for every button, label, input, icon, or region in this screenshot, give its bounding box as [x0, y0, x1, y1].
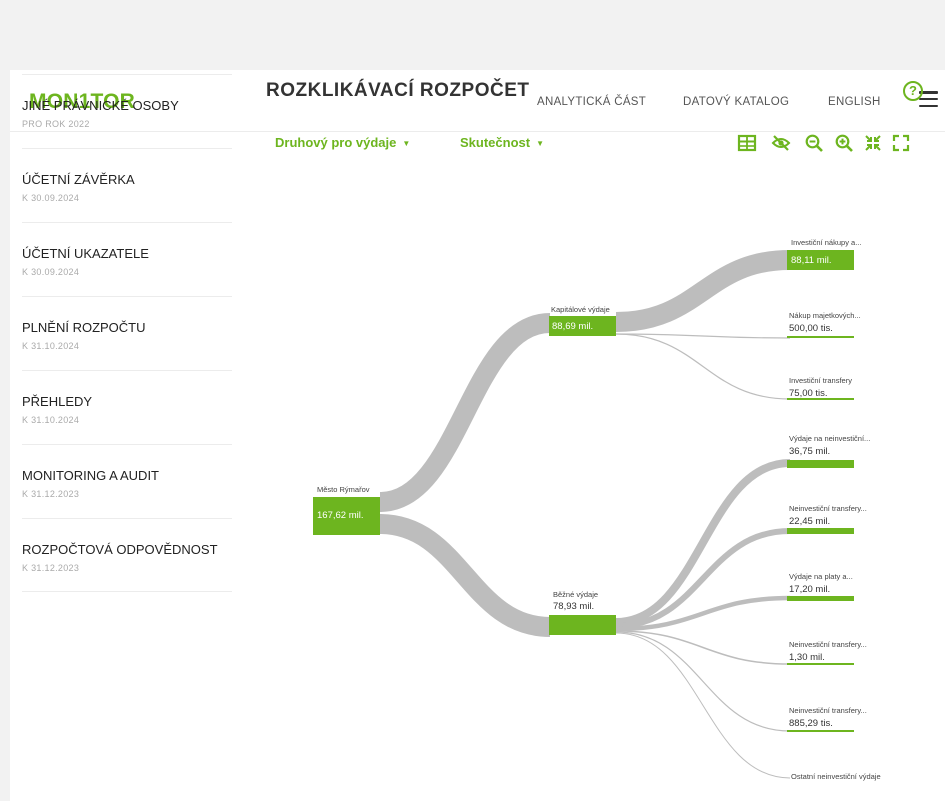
node-value-bezne: 78,93 mil.: [553, 601, 595, 612]
flow-root-kapitalove[interactable]: [379, 313, 551, 512]
flow-kapitalove-leaf0[interactable]: [615, 250, 791, 332]
leaf-label: Ostatní neinvestiční výdaje: [791, 772, 881, 781]
leaf-value: 22,45 mil.: [789, 516, 831, 527]
leaf-bar[interactable]: [787, 730, 854, 732]
node-label-bezne: Běžné výdaje: [553, 590, 599, 599]
leaf-bar[interactable]: [787, 336, 854, 338]
node-value-root: 167,62 mil.: [317, 510, 364, 521]
node-bezne-vydaje[interactable]: [549, 615, 616, 635]
leaf-value: 36,75 mil.: [789, 446, 831, 457]
leaf-value: 17,20 mil.: [789, 584, 831, 595]
leaf-bar[interactable]: [787, 398, 854, 400]
node-label-kapitalove: Kapitálové výdaje: [551, 305, 610, 314]
leaf-label: Výdaje na neinvestiční...: [789, 434, 871, 443]
node-value-kapitalove: 88,69 mil.: [552, 321, 594, 332]
sankey-diagram: [313, 250, 854, 779]
leaf-label: Neinvestiční transfery...: [789, 640, 867, 649]
leaf-bar[interactable]: [787, 663, 854, 665]
leaf-label: Výdaje na platy a...: [789, 572, 853, 581]
flow-bezne-leaf8[interactable]: [615, 632, 791, 779]
leaf-value: 885,29 tis.: [789, 718, 833, 729]
leaf-value: 500,00 tis.: [789, 323, 833, 334]
flow-root-bezne[interactable]: [379, 514, 551, 637]
leaf-label: Nákup majetkových...: [789, 311, 861, 320]
leaf-bar[interactable]: [787, 596, 854, 601]
leaf-label: Investiční transfery: [789, 376, 852, 385]
leaf-value: 1,30 mil.: [789, 652, 825, 663]
leaf-value: 88,11 mil.: [791, 255, 832, 266]
node-label-root: Město Rýmařov: [317, 485, 370, 494]
leaf-label: Investiční nákupy a...: [791, 238, 862, 247]
leaf-label: Neinvestiční transfery...: [789, 706, 867, 715]
leaf-label: Neinvestiční transfery...: [789, 504, 867, 513]
leaf-bar[interactable]: [787, 528, 854, 534]
leaf-bar[interactable]: [787, 460, 854, 468]
flow-kapitalove-leaf2[interactable]: [615, 333, 791, 400]
